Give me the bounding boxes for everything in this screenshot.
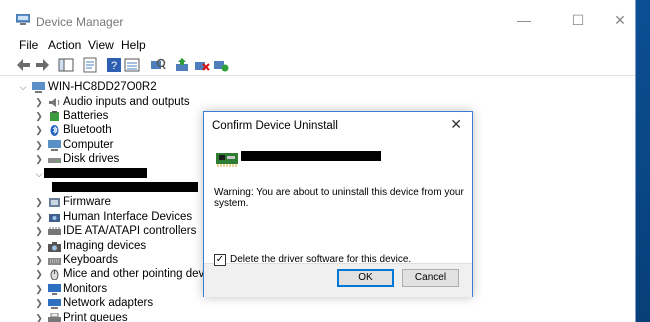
- hid-icon: [49, 213, 60, 222]
- computer-icon: [32, 82, 45, 93]
- title-bar: Device Manager — ☐ ✕: [0, 0, 635, 36]
- chevron-down-icon[interactable]: ⌵: [34, 167, 44, 181]
- scan-hardware-changes-icon[interactable]: [150, 57, 166, 73]
- chevron-right-icon[interactable]: ❯: [34, 296, 44, 310]
- uninstall-device-icon[interactable]: [194, 57, 210, 73]
- dialog-close-icon[interactable]: ✕: [450, 116, 462, 133]
- tree-item-label: Print queues: [63, 311, 128, 322]
- chevron-down-icon[interactable]: ⌵: [18, 80, 28, 94]
- ok-button[interactable]: OK: [337, 269, 394, 287]
- tree-item-label: Firmware: [63, 196, 111, 209]
- tree-item-label: Mice and other pointing devices: [63, 268, 225, 281]
- network-card-icon: [216, 153, 238, 167]
- confirm-uninstall-dialog: Confirm Device Uninstall ✕ Warning: You …: [203, 111, 473, 297]
- tree-item-label: Bluetooth: [63, 124, 112, 137]
- tree-root-label: WIN-HC8DD27O0R2: [48, 81, 157, 93]
- keyboard-icon: [48, 257, 61, 265]
- ide-controller-icon: [48, 227, 61, 236]
- properties-sheet-icon[interactable]: [82, 57, 98, 73]
- tree-item-redacted-category[interactable]: ⌵: [34, 167, 154, 181]
- menu-view[interactable]: View: [88, 38, 114, 52]
- chevron-right-icon[interactable]: ❯: [34, 195, 44, 209]
- speaker-icon: [49, 97, 60, 107]
- delete-driver-label[interactable]: Delete the driver software for this devi…: [230, 254, 411, 265]
- tree-item-label: Batteries: [63, 109, 109, 122]
- update-driver-icon[interactable]: [174, 57, 190, 73]
- minimize-button[interactable]: —: [510, 8, 538, 32]
- back-arrow-icon[interactable]: [16, 57, 32, 73]
- desktop-background: [636, 0, 650, 322]
- close-button[interactable]: ✕: [606, 8, 634, 32]
- svg-text:?: ?: [111, 60, 117, 72]
- computer-icon: [48, 139, 61, 151]
- toolbar: ?: [0, 54, 635, 76]
- menu-bar: File Action View Help: [0, 36, 635, 54]
- help-icon[interactable]: ?: [106, 57, 122, 73]
- chevron-right-icon[interactable]: ❯: [34, 109, 44, 123]
- tree-item-label: Network adapters: [63, 297, 154, 310]
- warning-message: Warning: You are about to uninstall this…: [214, 187, 464, 209]
- enable-device-icon[interactable]: [213, 57, 229, 73]
- chevron-right-icon[interactable]: ❯: [34, 224, 44, 238]
- chevron-right-icon[interactable]: ❯: [34, 253, 44, 267]
- bluetooth-icon: [50, 125, 59, 137]
- device-name-redaction: [241, 151, 381, 161]
- chevron-right-icon[interactable]: ❯: [34, 267, 44, 281]
- chevron-right-icon[interactable]: ❯: [34, 282, 44, 296]
- tree-item-label: Keyboards: [63, 253, 118, 266]
- chevron-right-icon[interactable]: ❯: [34, 239, 44, 253]
- delete-driver-checkbox[interactable]: ✓: [214, 254, 226, 266]
- device-manager-icon: [16, 14, 30, 25]
- maximize-button[interactable]: ☐: [564, 8, 592, 32]
- tree-item-label: Computer: [63, 138, 114, 151]
- chevron-right-icon[interactable]: ❯: [34, 311, 44, 322]
- camera-icon: [48, 241, 61, 252]
- cancel-button[interactable]: Cancel: [402, 269, 459, 287]
- chevron-right-icon[interactable]: ❯: [34, 152, 44, 166]
- tree-item-label: Disk drives: [63, 153, 120, 166]
- disk-drive-icon: [48, 158, 61, 164]
- tree-item-label: IDE ATA/ATAPI controllers: [63, 225, 197, 238]
- network-adapter-icon: [48, 299, 61, 310]
- tree-item-label: Imaging devices: [63, 239, 147, 252]
- chevron-right-icon[interactable]: ❯: [34, 95, 44, 109]
- menu-action[interactable]: Action: [48, 38, 81, 52]
- redaction-bar: [52, 181, 198, 192]
- battery-icon: [50, 110, 59, 121]
- chevron-right-icon[interactable]: ❯: [34, 123, 44, 137]
- chevron-right-icon[interactable]: ❯: [34, 138, 44, 152]
- view-list-icon[interactable]: [124, 57, 140, 73]
- dialog-title: Confirm Device Uninstall: [212, 120, 338, 132]
- firmware-icon: [49, 198, 60, 208]
- tree-item-label: Audio inputs and outputs: [63, 95, 190, 108]
- device-manager-window: Device Manager — ☐ ✕ File Action View He…: [0, 0, 636, 322]
- chevron-right-icon[interactable]: ❯: [34, 210, 44, 224]
- tree-item-label: Monitors: [63, 282, 108, 295]
- forward-arrow-icon[interactable]: [34, 57, 50, 73]
- tree-item-redacted-device[interactable]: [52, 181, 202, 195]
- monitor-icon: [48, 283, 61, 295]
- redaction-bar: [44, 167, 147, 178]
- menu-file[interactable]: File: [19, 38, 38, 52]
- menu-help[interactable]: Help: [121, 38, 146, 52]
- window-title: Device Manager: [36, 15, 124, 29]
- tree-item-label: Human Interface Devices: [63, 210, 193, 223]
- show-hide-console-tree-icon[interactable]: [58, 57, 74, 73]
- printer-icon: [48, 312, 61, 322]
- mouse-icon: [50, 269, 59, 281]
- dialog-body: Warning: You are about to uninstall this…: [204, 141, 472, 297]
